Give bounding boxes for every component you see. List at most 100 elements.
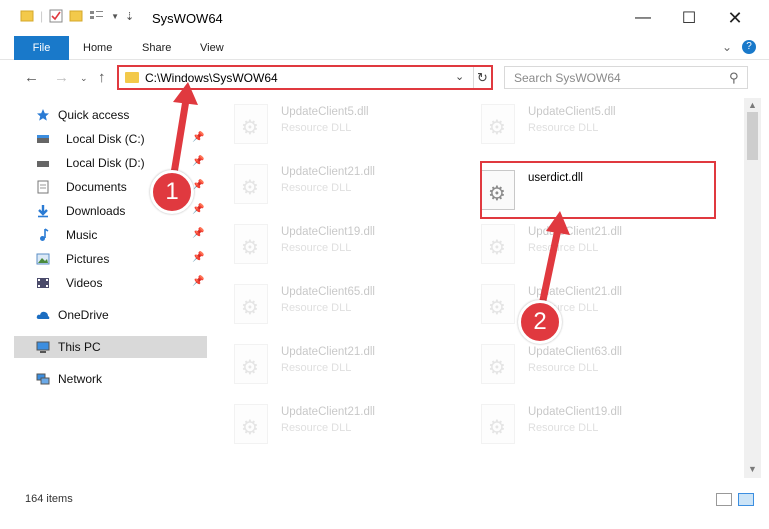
file-item[interactable]: ⚙ UpdateClient5.dll Resource DLL	[220, 98, 450, 148]
dll-file-icon: ⚙	[481, 344, 515, 384]
file-item[interactable]: ⚙ UpdateClient65.dll Resource DLL	[220, 278, 450, 328]
file-name: UpdateClient5.dll	[528, 106, 616, 118]
scroll-thumb[interactable]	[747, 112, 758, 160]
file-name: UpdateClient63.dll	[528, 346, 622, 358]
nav-label: Downloads	[66, 204, 126, 218]
nav-item-onedrive[interactable]: OneDrive	[14, 304, 207, 326]
pin-icon: 📌	[192, 228, 205, 239]
tab-share[interactable]: Share	[132, 36, 181, 60]
nav-item-videos[interactable]: Videos 📌	[14, 272, 207, 294]
search-input[interactable]: Search SysWOW64 ⚲	[504, 66, 748, 89]
status-bar: 164 items	[0, 486, 769, 514]
nav-item-this-pc[interactable]: This PC	[14, 336, 207, 358]
new-folder-icon[interactable]	[69, 9, 83, 23]
file-name: UpdateClient65.dll	[281, 286, 375, 298]
music-icon	[40, 228, 49, 241]
tab-file[interactable]: File	[14, 36, 69, 60]
file-type: Resource DLL	[281, 242, 352, 254]
nav-item-quick-access[interactable]: Quick access	[14, 104, 207, 126]
documents-icon	[37, 180, 49, 194]
pin-icon: 📌	[192, 132, 205, 143]
search-placeholder: Search SysWOW64	[514, 71, 621, 85]
file-item[interactable]: ⚙ UpdateClient19.dll Resource DLL	[467, 398, 697, 448]
file-name: UpdateClient21.dll	[528, 226, 622, 238]
folder-icon	[125, 72, 139, 83]
videos-icon	[37, 278, 49, 288]
file-name: UpdateClient19.dll	[528, 406, 622, 418]
window-title: SysWOW64	[152, 11, 223, 26]
gear-icon: ⚙	[488, 297, 506, 319]
file-type: Resource DLL	[528, 122, 599, 134]
file-item[interactable]: ⚙ UpdateClient19.dll Resource DLL	[220, 218, 450, 268]
search-icon[interactable]: ⚲	[729, 70, 739, 86]
close-button[interactable]: ✕	[712, 0, 758, 36]
customize-qat-icon[interactable]: ⇣	[125, 10, 134, 23]
file-item[interactable]: ⚙ UpdateClient21.dll Resource DLL	[220, 398, 450, 448]
dll-file-icon: ⚙	[234, 344, 268, 384]
forward-arrow-icon[interactable]: →	[54, 69, 69, 86]
scroll-up-icon[interactable]: ▲	[748, 100, 757, 110]
file-item[interactable]: ⚙ UpdateClient63.dll Resource DLL	[467, 338, 697, 388]
address-bar[interactable]: C:\Windows\SysWOW64 ⌄ ↻	[117, 65, 493, 90]
recent-locations-icon[interactable]: ⌄	[80, 73, 88, 84]
file-name: UpdateClient21.dll	[281, 406, 375, 418]
up-arrow-icon[interactable]: ↑	[98, 69, 106, 86]
details-view-icon[interactable]	[716, 493, 732, 506]
address-row: ← → ⌄ ↑ C:\Windows\SysWOW64 ⌄ ↻ Search S…	[0, 61, 769, 95]
folder-icon[interactable]	[20, 9, 34, 23]
nav-label: This PC	[58, 340, 101, 354]
nav-item-music[interactable]: Music 📌	[14, 224, 207, 246]
nav-item-local-disk-c[interactable]: Local Disk (C:) 📌	[14, 128, 207, 150]
file-item[interactable]: ⚙ UpdateClient21.dll Resource DLL	[220, 158, 450, 208]
gear-icon: ⚙	[241, 297, 259, 319]
file-type: Resource DLL	[528, 422, 599, 434]
view-options-icon[interactable]	[89, 9, 105, 23]
nav-label: Quick access	[58, 108, 130, 122]
nav-item-local-disk-d[interactable]: Local Disk (D:) 📌	[14, 152, 207, 174]
address-dropdown-icon[interactable]: ⌄	[455, 70, 464, 83]
minimize-button[interactable]: —	[620, 0, 666, 36]
pictures-icon	[36, 253, 50, 265]
dll-file-icon: ⚙	[234, 284, 268, 324]
drive-icon	[37, 135, 49, 143]
dll-file-icon: ⚙	[234, 404, 268, 444]
dll-file-icon: ⚙	[234, 164, 268, 204]
file-item[interactable]: ⚙ UpdateClient21.dll Resource DLL	[467, 218, 697, 268]
gear-icon: ⚙	[488, 357, 506, 379]
pin-icon: 📌	[192, 156, 205, 167]
gear-icon: ⚙	[241, 357, 259, 379]
tab-view[interactable]: View	[190, 36, 234, 60]
gear-icon: ⚙	[488, 237, 506, 259]
gear-icon: ⚙	[488, 117, 506, 139]
chevron-down-icon[interactable]: ⌄	[722, 40, 732, 54]
maximize-button[interactable]: ☐	[666, 0, 712, 36]
scroll-down-icon[interactable]: ▼	[748, 464, 757, 474]
nav-item-downloads[interactable]: Downloads 📌	[14, 200, 207, 222]
tab-home[interactable]: Home	[73, 36, 122, 60]
nav-label: Local Disk (C:)	[66, 132, 145, 146]
file-item[interactable]: ⚙ UpdateClient21.dll Resource DLL	[220, 338, 450, 388]
nav-item-documents[interactable]: Documents 📌	[14, 176, 207, 198]
dll-file-icon: ⚙	[481, 104, 515, 144]
file-name: UpdateClient21.dll	[281, 346, 375, 358]
nav-label: Local Disk (D:)	[66, 156, 145, 170]
back-arrow-icon[interactable]: ←	[24, 69, 39, 86]
dll-file-icon: ⚙	[481, 404, 515, 444]
address-path[interactable]: C:\Windows\SysWOW64	[145, 71, 278, 85]
nav-item-network[interactable]: Network	[14, 368, 207, 390]
file-item[interactable]: ⚙ UpdateClient21.dll Resource DLL	[467, 278, 697, 328]
large-icons-view-icon[interactable]	[738, 493, 754, 506]
nav-item-pictures[interactable]: Pictures 📌	[14, 248, 207, 270]
properties-icon[interactable]	[49, 9, 63, 23]
help-icon[interactable]: ?	[742, 40, 756, 54]
file-item[interactable]: ⚙ UpdateClient5.dll Resource DLL	[467, 98, 697, 148]
gear-icon: ⚙	[488, 417, 506, 439]
dll-file-icon: ⚙	[481, 284, 515, 324]
nav-label: Videos	[66, 276, 103, 290]
qat-dropdown-icon[interactable]: ▼	[111, 12, 119, 21]
quick-access-toolbar: | ▼ ⇣	[20, 9, 134, 23]
refresh-icon[interactable]: ↻	[473, 67, 491, 88]
file-type: Resource DLL	[528, 362, 599, 374]
vertical-scrollbar[interactable]: ▲ ▼	[744, 98, 761, 478]
pin-icon: 📌	[192, 276, 205, 287]
